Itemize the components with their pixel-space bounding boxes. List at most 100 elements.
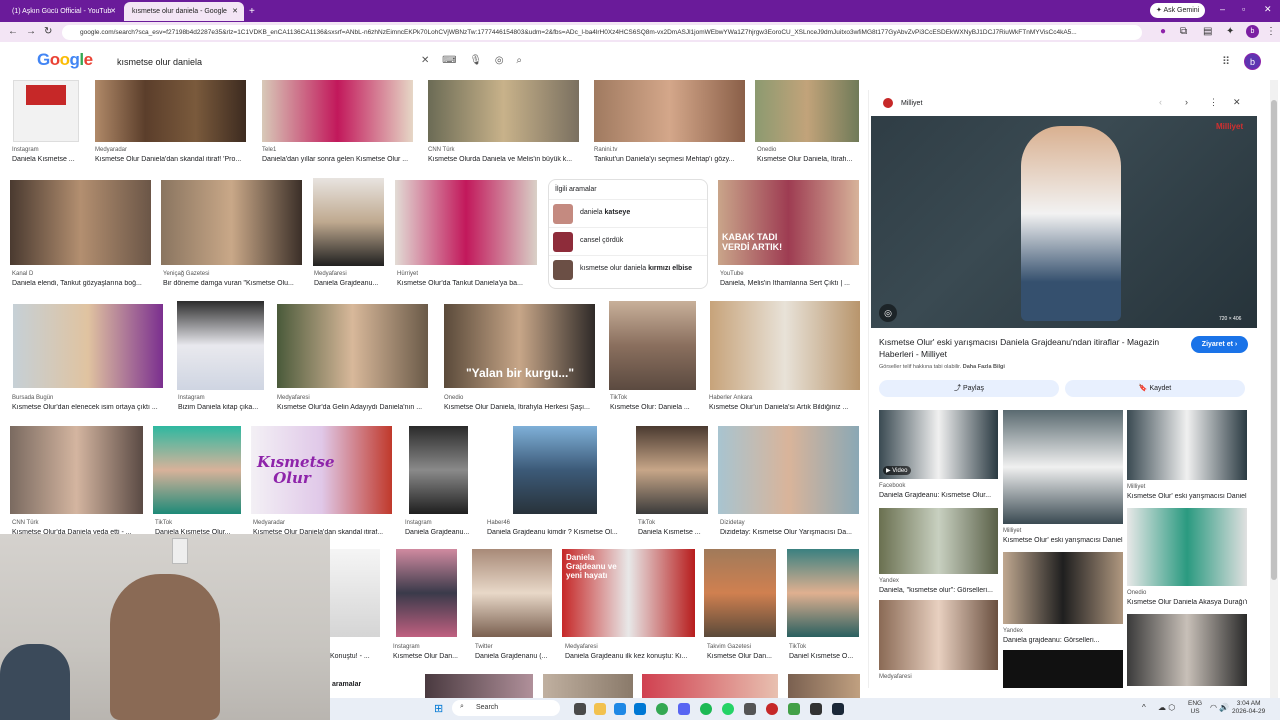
result-source[interactable]: Medyafaresi [565,644,598,650]
related-search-item[interactable]: kısmetse olur daniela kırmızı elbise [549,255,707,283]
result-source[interactable]: Takvim Gazetesi [707,644,751,650]
result-source[interactable]: YouTube [720,271,744,277]
result-source[interactable]: Ranini.tv [594,147,617,153]
result-source[interactable]: Medyaradar [253,520,285,526]
result-title[interactable]: Kısmetse Olur Dan... [707,653,779,660]
result-image[interactable] [10,180,151,265]
new-tab-button[interactable]: + [246,2,260,21]
result-image[interactable] [710,301,860,390]
taskbar-search[interactable]: ⌕ Search [452,700,560,716]
result-source[interactable]: CNN Türk [428,147,455,153]
network-volume-icon[interactable]: ◠ 🔊 [1210,703,1229,712]
related-image[interactable] [879,508,998,574]
clock[interactable]: 3:04 AM 2026-04-29 [1232,700,1265,716]
lens-icon[interactable]: ◎ [495,55,504,66]
close-tab-icon[interactable]: ✕ [110,7,116,15]
related-source[interactable]: Facebook [879,483,905,489]
chrome-icon[interactable] [656,703,668,715]
result-title[interactable]: Daniela Grajdeanu ilk kez konuştu: Kı... [565,653,697,660]
result-image[interactable] [177,301,264,390]
tray-chevron-icon[interactable]: ^ [1142,703,1146,712]
result-source[interactable]: Haber46 [487,520,510,526]
result-image[interactable] [755,80,859,142]
result-source[interactable]: Instagram [178,395,205,401]
result-title[interactable]: Tankut'un Daniela'yı seçmesi Mehtap'ı gö… [594,156,744,163]
result-image[interactable]: KABAK TADI VERDİ ARTIK! [718,180,859,265]
result-image[interactable] [543,674,633,698]
sidepanel-icon[interactable]: ▤ [1203,26,1212,37]
store-icon[interactable] [634,703,646,715]
close-tab-icon[interactable]: ✕ [232,7,238,15]
lens-search-icon[interactable]: ◎ [879,304,897,322]
result-source[interactable]: TikTok [610,395,627,401]
ask-gemini-button[interactable]: ✦ Ask Gemini [1150,3,1206,18]
extensions-icon[interactable]: ⧉ [1180,26,1187,37]
related-source[interactable]: Yandex [1003,628,1023,634]
chevron-right-icon[interactable]: › [1185,97,1188,107]
result-image[interactable] [594,80,745,142]
result-title[interactable]: Daniel Kısmetse O... [789,653,861,660]
search-input[interactable]: kısmetse olur daniela [117,57,202,67]
result-source[interactable]: Onedio [444,395,463,401]
result-image[interactable] [609,301,696,390]
google-logo[interactable]: Google [37,50,93,70]
browser-menu-icon[interactable]: ⋮ [1266,26,1276,37]
related-image[interactable] [1127,508,1247,586]
tray-icons[interactable]: ☁ ⬡ [1158,703,1175,712]
result-image[interactable] [95,80,246,142]
result-image[interactable] [262,80,413,142]
result-title[interactable]: Daniela, Melis'in İthamlanna Sert Çıktı … [720,280,862,287]
extension-icon[interactable]: ● [1160,26,1166,37]
related-title[interactable]: Daniela grajdeanu: Görselleri... [1003,637,1123,644]
result-image[interactable] [395,180,537,265]
preview-image[interactable]: Milliyet ◎ 720 × 406 [871,116,1257,328]
result-title[interactable]: Kısmetse Olur'un Daniela'sı Artık Bildiğ… [709,404,861,411]
edge-icon[interactable] [614,703,626,715]
related-image[interactable] [1003,552,1123,624]
result-title[interactable]: Daniela Grajdeanu kimdir ? Kısmetse Ol..… [487,529,627,536]
apps-icon[interactable]: ⠿ [1222,55,1230,68]
visit-button[interactable]: Ziyaret et › [1191,336,1248,353]
app-icon[interactable] [788,703,800,715]
related-image[interactable] [879,600,998,670]
related-image[interactable]: ▶ Video [879,410,998,479]
result-image[interactable] [787,549,859,637]
result-image[interactable] [153,426,241,514]
result-title[interactable]: Bir döneme damga vuran "Kısmetse Olu... [163,280,303,287]
google-account-avatar[interactable]: b [1244,53,1261,70]
result-title[interactable]: Bizim Daniela kitap çıka... [178,404,266,411]
close-panel-icon[interactable]: ✕ [1233,97,1241,108]
result-source[interactable]: Hürriyet [397,271,418,277]
panel-title[interactable]: Kısmetse Olur' eski yarışmacısı Daniela … [879,336,1179,360]
result-source[interactable]: TikTok [789,644,806,650]
result-title[interactable]: Kısmetse Olurda Daniela ve Melis'in büyü… [428,156,580,163]
result-image[interactable] [472,549,552,637]
related-source[interactable]: Medyafaresi [879,674,912,680]
url-bar[interactable]: google.com/search?sca_esv=f27198b4d2287e… [62,25,1142,40]
result-title[interactable]: Daniela Grajdeanu... [314,280,386,287]
result-title[interactable]: Daniela Kısmetse ... [12,156,92,163]
share-button[interactable]: ⤴ Paylaş [879,380,1059,397]
keyboard-icon[interactable]: ⌨ [442,55,456,66]
task-view-icon[interactable] [574,703,586,715]
related-title[interactable]: Daniela Grajdeanu: Kısmetse Olur... [879,492,999,499]
result-image[interactable]: "Yalan bir kurgu..." [444,304,595,388]
related-title[interactable]: Daniela, "kısmetse olur": Görselleri... [879,587,999,594]
result-source[interactable]: Twitter [475,644,493,650]
more-options-icon[interactable]: ⋮ [1209,97,1218,108]
result-image[interactable] [636,426,708,514]
microphone-icon[interactable]: 🎙 [469,55,482,66]
result-image[interactable] [396,549,457,637]
back-icon[interactable]: ← [8,26,18,37]
result-title[interactable]: Kısmetse Olur'dan elenecek isim ortaya ç… [12,404,164,411]
result-source[interactable]: CNN Türk [12,520,39,526]
result-source[interactable]: Bursada Bugün [12,395,53,401]
related-image[interactable] [1127,614,1247,686]
result-title[interactable]: Kısmetse Olur Daniela, İtirafı... [757,156,861,163]
result-source[interactable]: Dizidetay [720,520,745,526]
language-indicator[interactable]: ENG US [1188,700,1202,716]
related-title[interactable]: Kısmetse Olur Daniela Akasya Durağı'n... [1127,599,1247,606]
result-source[interactable]: Kanal D [12,271,33,277]
result-title[interactable]: Daniela Kısmetse ... [638,529,710,536]
result-source[interactable]: Yeniçağ Gazetesi [163,271,209,277]
